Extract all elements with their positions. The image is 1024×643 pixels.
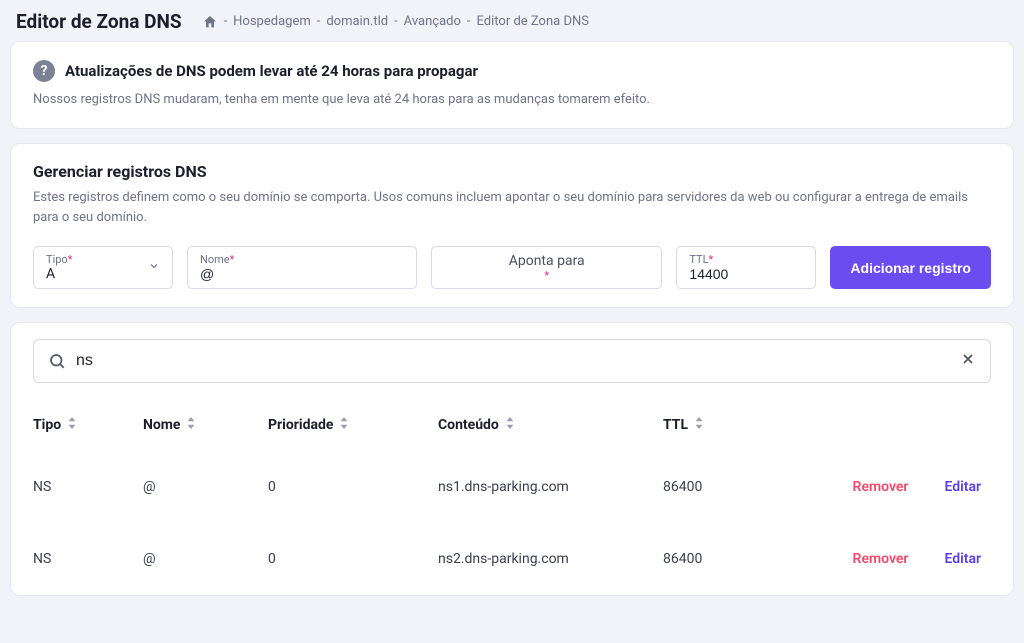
clear-search-button[interactable] <box>960 351 976 372</box>
add-record-button[interactable]: Adicionar registro <box>830 246 991 289</box>
name-field[interactable]: Nome* <box>187 246 417 289</box>
col-ttl[interactable]: TTL <box>663 417 798 433</box>
manage-card: Gerenciar registros DNS Estes registros … <box>10 143 1014 308</box>
home-icon[interactable] <box>202 14 218 30</box>
edit-link[interactable]: Editar <box>944 551 981 567</box>
search-field[interactable] <box>33 339 991 383</box>
col-name[interactable]: Nome <box>143 417 268 433</box>
notice-card: ? Atualizações de DNS podem levar até 24… <box>10 41 1014 129</box>
table-row: NS @ 0 ns1.dns-parking.com 86400 Remover… <box>33 451 991 523</box>
sort-icon <box>186 417 196 433</box>
ttl-field[interactable]: TTL* <box>676 246 816 289</box>
notice-description: Nossos registros DNS mudaram, tenha em m… <box>33 90 991 110</box>
breadcrumb-item[interactable]: Hospedagem <box>233 14 311 29</box>
chevron-down-icon <box>148 260 160 276</box>
header-row: Editor de Zona DNS - Hospedagem - domain… <box>10 10 1014 41</box>
manage-title: Gerenciar registros DNS <box>33 162 991 181</box>
required-star: * <box>68 253 73 266</box>
table-row: NS @ 0 ns2.dns-parking.com 86400 Remover… <box>33 523 991 595</box>
cell-name: @ <box>143 479 268 495</box>
manage-description: Estes registros definem como o seu domín… <box>33 188 991 228</box>
cell-ttl: 86400 <box>663 551 798 567</box>
search-input[interactable] <box>76 352 960 370</box>
breadcrumb: - Hospedagem - domain.tld - Avançado - E… <box>202 14 589 30</box>
cell-name: @ <box>143 551 268 567</box>
cell-ttl: 86400 <box>663 479 798 495</box>
sort-icon <box>505 417 515 433</box>
remove-link[interactable]: Remover <box>853 479 909 495</box>
type-label: Tipo <box>46 253 68 266</box>
add-record-form: Tipo* A Nome* Aponta para* TTL* Adiciona… <box>33 246 991 289</box>
records-card: Tipo Nome Prioridade Conteúdo TTL NS @ 0… <box>10 322 1014 596</box>
cell-type: NS <box>33 479 143 495</box>
required-star: * <box>230 253 235 266</box>
breadcrumb-sep: - <box>467 14 471 29</box>
notice-title: Atualizações de DNS podem levar até 24 h… <box>65 62 478 80</box>
type-value: A <box>46 266 160 282</box>
close-icon <box>960 351 976 367</box>
col-type[interactable]: Tipo <box>33 417 143 433</box>
breadcrumb-item[interactable]: Avançado <box>404 14 461 29</box>
name-label: Nome <box>200 253 230 266</box>
table-header: Tipo Nome Prioridade Conteúdo TTL <box>33 411 991 451</box>
sort-icon <box>339 417 349 433</box>
page-title: Editor de Zona DNS <box>16 10 182 33</box>
breadcrumb-item[interactable]: Editor de Zona DNS <box>477 14 589 29</box>
required-star: * <box>544 269 549 282</box>
info-icon: ? <box>33 60 55 82</box>
remove-link[interactable]: Remover <box>853 551 909 567</box>
col-priority[interactable]: Prioridade <box>268 417 438 433</box>
cell-content: ns1.dns-parking.com <box>438 479 663 495</box>
ttl-input[interactable] <box>689 266 803 282</box>
breadcrumb-item[interactable]: domain.tld <box>326 14 388 29</box>
cell-type: NS <box>33 551 143 567</box>
cell-priority: 0 <box>268 551 438 567</box>
cell-priority: 0 <box>268 479 438 495</box>
name-input[interactable] <box>200 266 404 282</box>
breadcrumb-sep: - <box>317 14 321 29</box>
required-star: * <box>709 253 714 266</box>
col-content[interactable]: Conteúdo <box>438 417 663 433</box>
type-select[interactable]: Tipo* A <box>33 246 173 289</box>
ttl-label: TTL <box>689 253 708 266</box>
sort-icon <box>67 417 77 433</box>
points-to-placeholder: Aponta para <box>509 253 585 269</box>
sort-icon <box>694 417 704 433</box>
breadcrumb-sep: - <box>394 14 398 29</box>
breadcrumb-sep: - <box>224 14 228 29</box>
points-to-field[interactable]: Aponta para* <box>431 246 662 289</box>
cell-content: ns2.dns-parking.com <box>438 551 663 567</box>
edit-link[interactable]: Editar <box>944 479 981 495</box>
search-icon <box>48 352 66 370</box>
